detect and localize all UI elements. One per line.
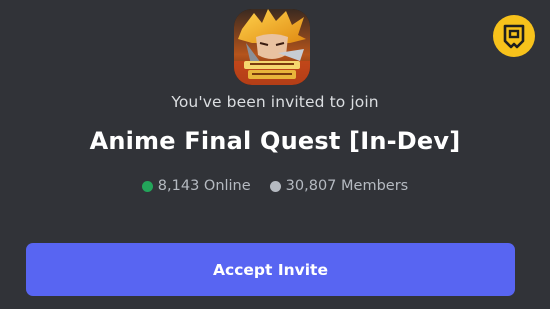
online-count: 8,143 Online (141, 178, 251, 194)
accept-invite-button[interactable]: Accept Invite (26, 243, 515, 296)
member-count-label: 30,807 Members (285, 178, 409, 194)
site-logo-badge (493, 15, 535, 57)
server-avatar-image (234, 9, 310, 85)
online-count-label: 8,143 Online (157, 178, 251, 194)
site-logo-icon (503, 24, 525, 49)
server-stats: 8,143 Online 30,807 Members (0, 178, 550, 194)
members-dot-icon (269, 180, 281, 192)
server-icon (234, 9, 310, 85)
invite-subtitle: You've been invited to join (171, 93, 379, 111)
member-count: 30,807 Members (269, 178, 409, 194)
server-name: Anime Final Quest [In-Dev] (89, 127, 461, 155)
online-dot-icon (141, 180, 153, 192)
